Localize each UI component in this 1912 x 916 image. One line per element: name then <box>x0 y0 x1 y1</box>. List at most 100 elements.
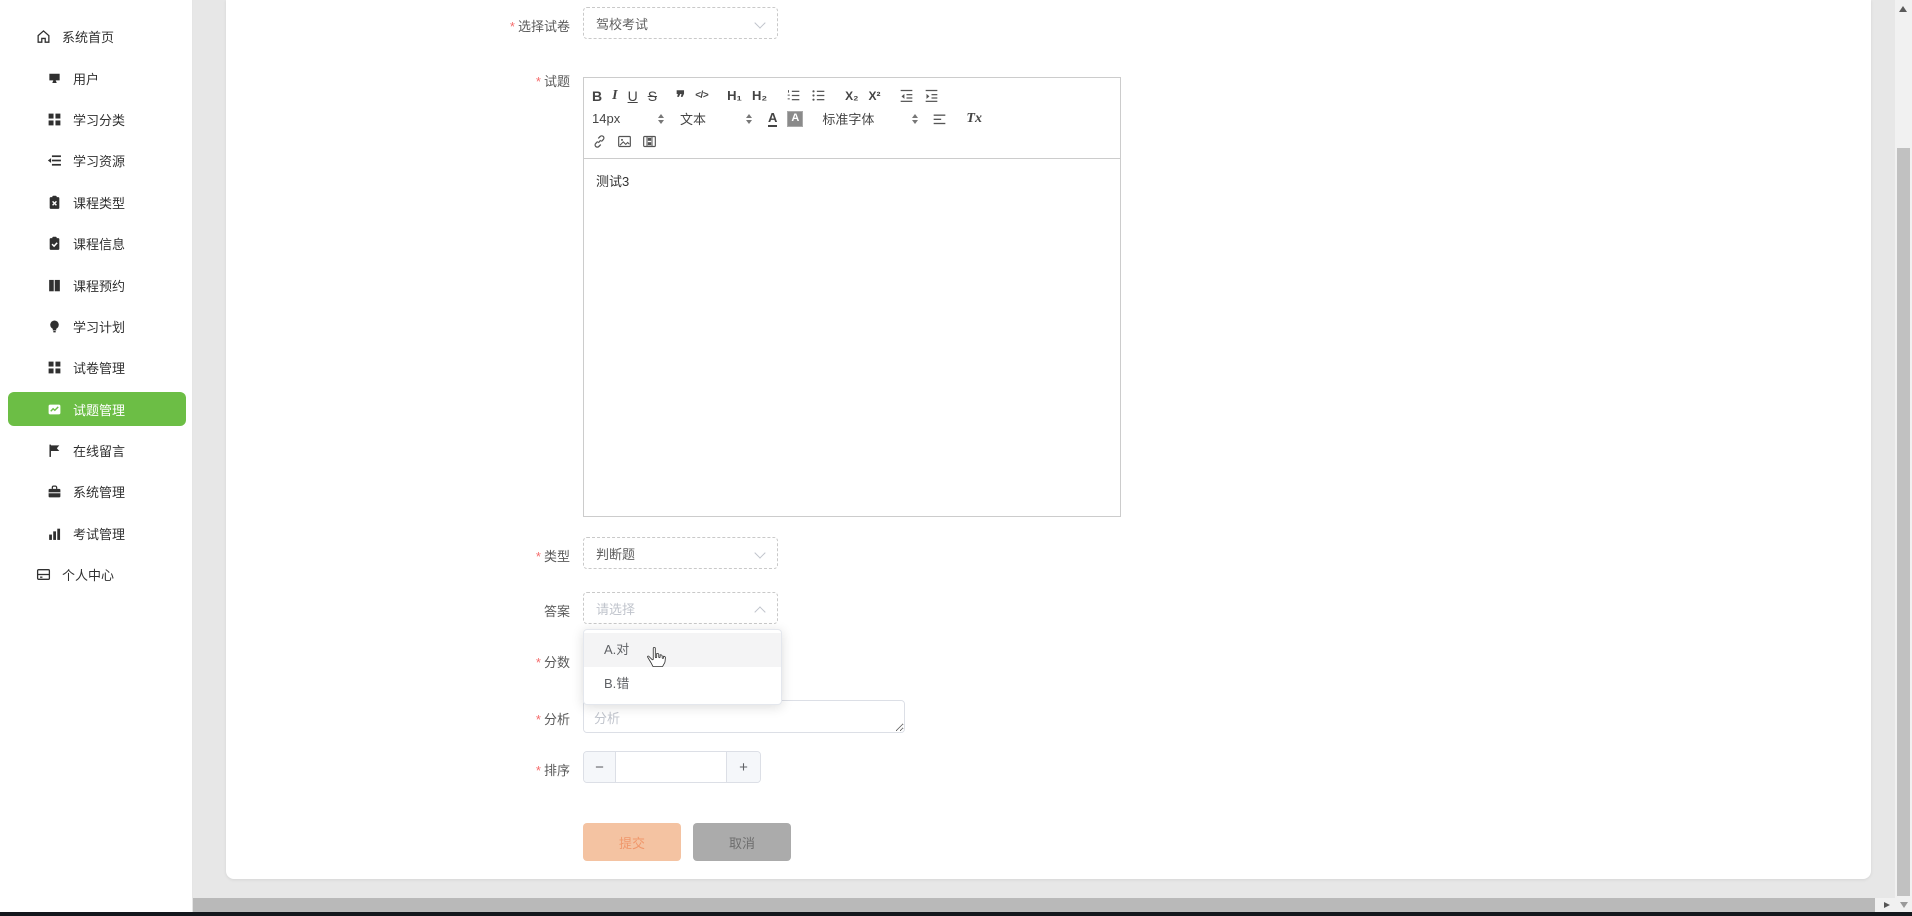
outdent-button[interactable] <box>899 88 914 103</box>
submit-button[interactable]: 提交 <box>583 823 681 861</box>
sidebar-item-label: 用户 <box>73 71 100 87</box>
question-form-card: * 选择试卷 驾校考试 * 试题 B I U S ❞ </> H₁ H₂ X₂ … <box>226 0 1871 879</box>
sort-input[interactable] <box>616 752 726 782</box>
sidebar-item-study-plan[interactable]: 学习计划 <box>0 306 192 347</box>
sidebar-item-system-management[interactable]: 系统管理 <box>0 471 192 512</box>
sidebar-item-label: 课程预约 <box>73 278 126 294</box>
sidebar-item-study-category[interactable]: 学习分类 <box>0 99 192 140</box>
blockquote-button[interactable]: ❞ <box>676 89 685 106</box>
scroll-up-arrow-icon[interactable] <box>1899 6 1907 12</box>
highlight-color-button[interactable]: A <box>787 110 804 127</box>
image-icon[interactable] <box>617 134 632 149</box>
book-icon <box>47 278 62 293</box>
required-asterisk: * <box>535 549 541 564</box>
strikethrough-button[interactable]: S <box>648 89 657 103</box>
sidebar-item-label: 系统管理 <box>73 485 126 501</box>
header-2-button[interactable]: H₂ <box>752 89 767 102</box>
scroll-right-arrow-icon[interactable] <box>1884 901 1890 908</box>
decrement-button[interactable]: − <box>584 752 616 782</box>
type-label: * 类型 <box>535 549 570 564</box>
sidebar-item-course-info[interactable]: 课程信息 <box>0 223 192 264</box>
sidebar-item-label: 个人中心 <box>62 568 115 584</box>
increment-button[interactable]: + <box>726 752 760 782</box>
sidebar-item-online-messages[interactable]: 在线留言 <box>0 430 192 471</box>
video-icon[interactable] <box>642 134 657 149</box>
sidebar-item-course-booking[interactable]: 课程预约 <box>0 264 192 305</box>
sidebar-item-label: 试卷管理 <box>73 361 126 377</box>
sort-label: * 排序 <box>535 763 570 778</box>
paper-select[interactable]: 驾校考试 <box>583 7 778 39</box>
clear-format-button[interactable]: Tx <box>966 111 982 126</box>
required-asterisk: * <box>535 74 541 89</box>
answer-option-a[interactable]: A.对 <box>584 633 781 667</box>
sidebar-item-users[interactable]: 用户 <box>0 57 192 98</box>
horizontal-scrollbar[interactable] <box>193 898 1895 912</box>
stepper-arrows-icon <box>746 113 752 124</box>
stepper-arrows-icon <box>658 113 664 124</box>
vertical-scrollbar[interactable] <box>1895 0 1912 898</box>
paper-label: * 选择试卷 <box>509 19 570 34</box>
font-size-picker[interactable]: 14px <box>592 111 664 126</box>
italic-button[interactable]: I <box>612 88 617 103</box>
required-asterisk: * <box>509 19 515 34</box>
ordered-list-button[interactable] <box>786 88 801 103</box>
answer-label: 答案 <box>543 604 570 619</box>
editor-content[interactable]: 测试3 <box>584 159 1120 523</box>
link-icon[interactable] <box>592 134 607 149</box>
required-asterisk: * <box>535 712 541 727</box>
question-label: * 试题 <box>535 74 570 89</box>
bar-chart-icon <box>47 526 62 541</box>
underline-button[interactable]: U <box>628 89 638 103</box>
sidebar-item-home[interactable]: 系统首页 <box>0 16 192 57</box>
answer-option-b[interactable]: B.错 <box>584 667 781 701</box>
superscript-button[interactable]: X² <box>868 90 880 102</box>
grid-icon <box>47 360 62 375</box>
header-1-button[interactable]: H₁ <box>727 89 742 102</box>
subscript-button[interactable]: X₂ <box>845 90 858 102</box>
align-button[interactable] <box>932 111 947 126</box>
sidebar-item-paper-management[interactable]: 试卷管理 <box>0 347 192 388</box>
vertical-scrollbar-thumb[interactable] <box>1897 148 1910 896</box>
app-screen: 系统首页 用户 学习分类 学习资源 课程类型 课程信息 课程预约 学习计划 试卷… <box>0 0 1912 916</box>
rich-text-editor: B I U S ❞ </> H₁ H₂ X₂ X² 14px 文本 A A 标准… <box>583 77 1121 517</box>
bullet-list-button[interactable] <box>811 88 826 103</box>
sidebar-item-question-management[interactable]: 试题管理 <box>0 389 192 430</box>
code-block-button[interactable]: </> <box>695 90 708 101</box>
required-asterisk: * <box>535 655 541 670</box>
sidebar-item-label: 系统首页 <box>62 30 115 46</box>
horizontal-scrollbar-thumb[interactable] <box>193 898 1875 912</box>
sidebar-item-course-type[interactable]: 课程类型 <box>0 182 192 223</box>
answer-select[interactable]: 请选择 <box>583 592 778 624</box>
header-picker[interactable]: 文本 <box>680 109 752 128</box>
sidebar-item-label: 课程信息 <box>73 237 126 253</box>
panel-icon <box>36 567 51 582</box>
chevron-up-icon <box>754 606 766 618</box>
indent-button[interactable] <box>924 88 939 103</box>
score-label: * 分数 <box>535 655 570 670</box>
home-icon <box>36 29 51 44</box>
scrollbar-corner <box>1895 898 1912 912</box>
bold-button[interactable]: B <box>592 89 602 103</box>
sidebar-item-study-resource[interactable]: 学习资源 <box>0 140 192 181</box>
sidebar-item-label: 试题管理 <box>73 402 126 418</box>
type-select[interactable]: 判断题 <box>583 537 778 569</box>
highlight-icon: A <box>787 110 804 127</box>
cancel-button[interactable]: 取消 <box>693 823 791 861</box>
text-color-button[interactable]: A <box>768 111 778 127</box>
flag-icon <box>47 443 62 458</box>
font-family-picker[interactable]: 标准字体 <box>822 109 919 128</box>
sidebar-item-label: 学习资源 <box>73 154 126 170</box>
sidebar-item-label: 学习计划 <box>73 319 126 335</box>
scroll-down-arrow-icon[interactable] <box>1899 902 1908 908</box>
sidebar-item-label: 学习分类 <box>73 112 126 128</box>
chevron-down-icon <box>754 17 766 29</box>
analysis-label: * 分析 <box>535 712 570 727</box>
font-family-value: 标准字体 <box>822 112 875 127</box>
bulb-icon <box>47 319 62 334</box>
required-asterisk: * <box>535 763 541 778</box>
sidebar-item-personal-center[interactable]: 个人中心 <box>0 554 192 595</box>
sidebar: 系统首页 用户 学习分类 学习资源 课程类型 课程信息 课程预约 学习计划 试卷… <box>0 0 193 912</box>
stepper-arrows-icon <box>912 113 919 124</box>
grid-icon <box>47 112 62 127</box>
sidebar-item-exam-management[interactable]: 考试管理 <box>0 513 192 554</box>
